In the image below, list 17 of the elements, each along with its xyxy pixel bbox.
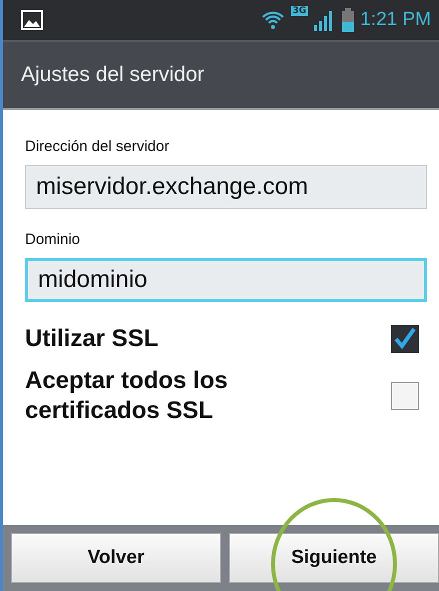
field-label: Dirección del servidor [25,138,170,155]
checkbox[interactable] [391,382,419,410]
input-field[interactable]: midominio [25,258,427,302]
input-field[interactable]: miservidor.exchange.com [25,165,427,209]
network-badge: 3G [290,6,308,16]
clock-time: 1:21 PM [360,9,431,31]
checkmark-icon [393,327,417,351]
option-label: Aceptar todos los certificados SSL [25,366,229,426]
option-label: Utilizar SSL [25,324,160,354]
wifi-icon [260,10,285,30]
nav-button[interactable]: Volver [11,533,221,583]
checkbox[interactable] [391,325,419,353]
nav-button[interactable]: Siguiente [229,533,439,583]
battery-icon [342,8,354,32]
field-label: Dominio [25,231,82,248]
image-icon [21,10,43,30]
screen-title: Ajustes del servidor [21,63,204,87]
